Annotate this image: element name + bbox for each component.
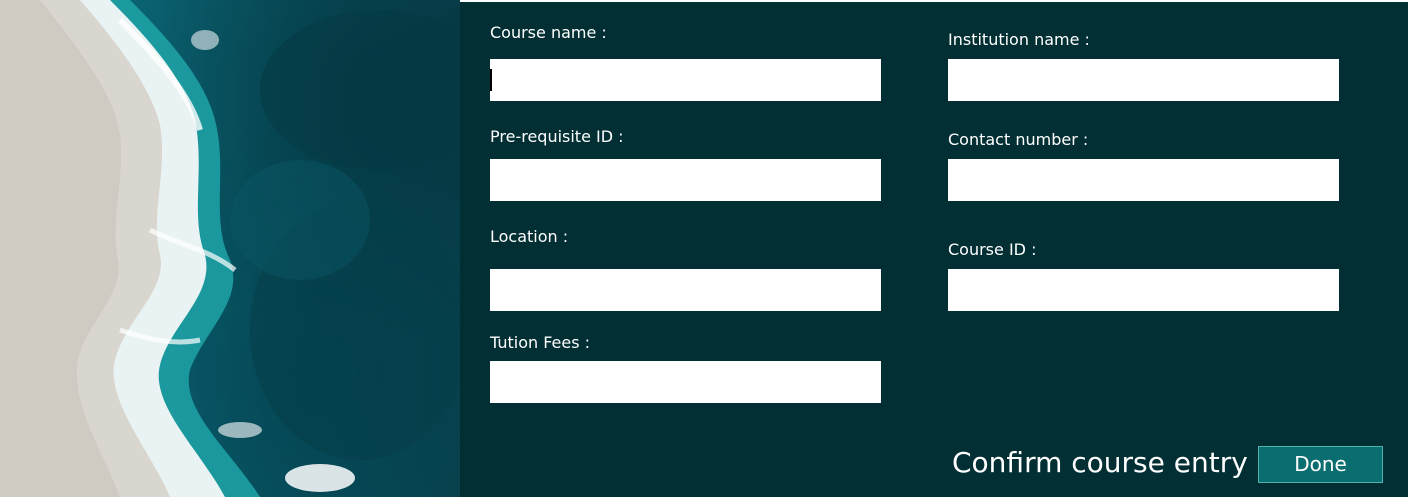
course-id-label: Course ID :	[948, 240, 1037, 259]
institution-name-label: Institution name :	[948, 30, 1090, 49]
contact-number-input[interactable]	[948, 159, 1339, 201]
tuition-fees-label: Tution Fees :	[490, 333, 591, 352]
prerequisite-id-input[interactable]	[490, 159, 881, 201]
prerequisite-id-label: Pre-requisite ID :	[490, 127, 624, 146]
course-id-input[interactable]	[948, 269, 1339, 311]
done-button[interactable]: Done	[1258, 446, 1383, 483]
confirm-course-entry-text: Confirm course entry	[952, 446, 1248, 479]
text-caret	[490, 69, 492, 91]
course-entry-window: Course name : Pre-requisite ID : Locatio…	[0, 0, 1408, 497]
beach-aerial-image	[0, 0, 460, 497]
course-name-label: Course name :	[490, 23, 607, 42]
course-name-input[interactable]	[490, 59, 881, 101]
location-input[interactable]	[490, 269, 881, 311]
contact-number-label: Contact number :	[948, 130, 1089, 149]
tuition-fees-input[interactable]	[490, 361, 881, 403]
location-label: Location :	[490, 227, 569, 246]
institution-name-input[interactable]	[948, 59, 1339, 101]
beach-illustration	[0, 0, 460, 497]
